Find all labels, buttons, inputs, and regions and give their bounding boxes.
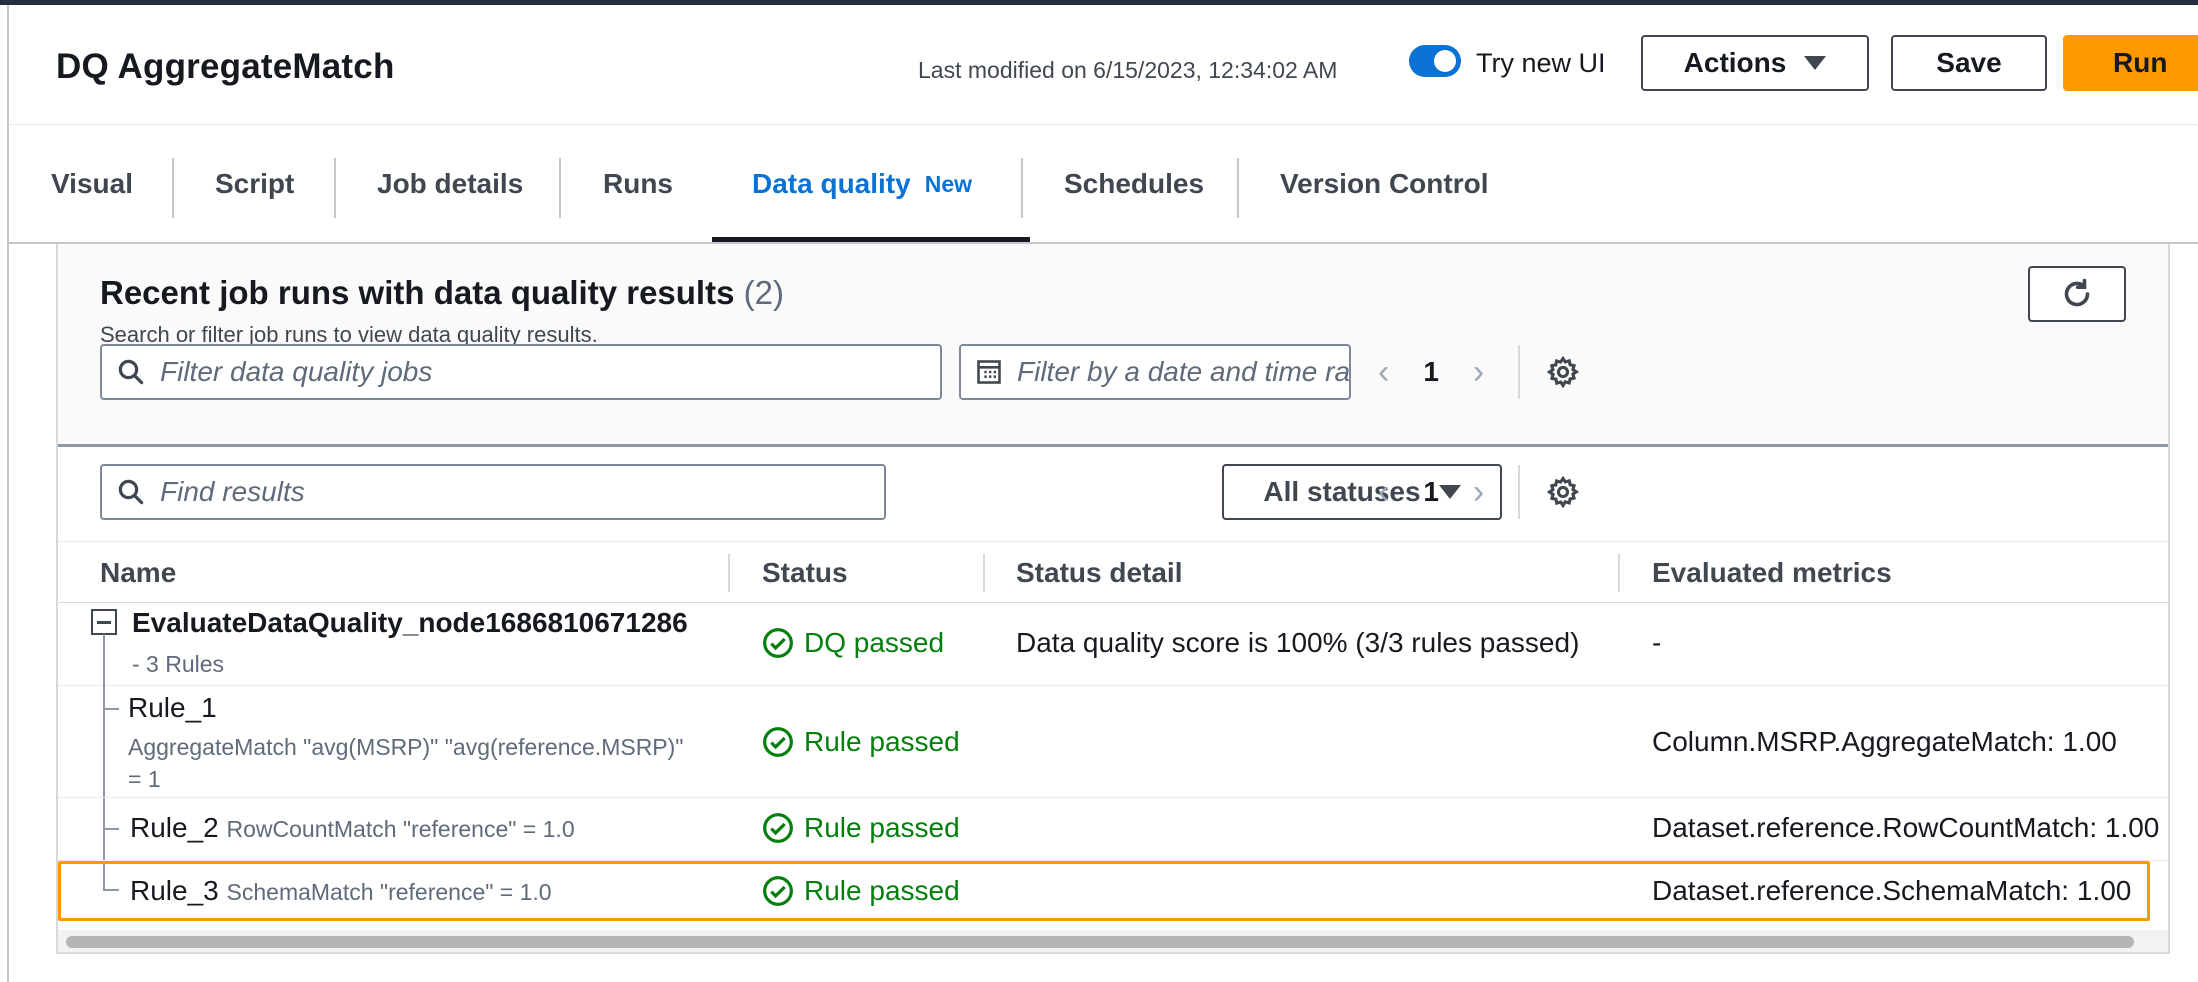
tab-divider (559, 158, 561, 218)
current-page[interactable]: 1 (1423, 476, 1439, 508)
evaluated-metric: Dataset.reference.RowCountMatch: 1.00 (1652, 812, 2160, 843)
gear-icon[interactable] (1546, 355, 1580, 389)
pager-divider (1518, 465, 1521, 519)
check-circle-icon (763, 628, 793, 658)
column-name[interactable]: Name (100, 542, 176, 604)
tab-data-quality-label: Data quality (752, 168, 911, 199)
tab-divider (1021, 158, 1023, 218)
caret-down-icon (1804, 56, 1827, 70)
toggle-label: Try new UI (1476, 48, 1606, 78)
tab-job-details[interactable]: Job details (377, 125, 523, 243)
status-badge: Rule passed (762, 812, 960, 844)
section-title-text: Recent job runs with data quality result… (100, 274, 735, 311)
actions-button[interactable]: Actions (1641, 35, 1869, 91)
status-text: DQ passed (804, 627, 945, 658)
horizontal-scrollbar[interactable] (66, 936, 2134, 948)
check-circle-icon (763, 727, 793, 757)
gear-icon[interactable] (1546, 475, 1580, 509)
table-row[interactable]: Rule_2 RowCountMatch "reference" = 1.0 R… (58, 798, 2168, 861)
job-runs-header: Recent job runs with data quality result… (58, 244, 2168, 444)
job-tabs: Visual Script Job details Runs Data qual… (9, 124, 2198, 244)
tab-data-quality[interactable]: Data quality New (752, 125, 972, 243)
date-range-input[interactable] (1017, 356, 1349, 388)
tab-script[interactable]: Script (215, 125, 294, 243)
pager-divider (1518, 345, 1521, 399)
evaluated-metric: - (1652, 627, 1662, 658)
column-divider[interactable] (983, 554, 985, 592)
selected-row-highlight (58, 861, 2150, 921)
tab-schedules[interactable]: Schedules (1064, 125, 1204, 243)
column-divider[interactable] (1618, 554, 1620, 592)
find-results-input[interactable] (160, 476, 864, 508)
column-status-detail[interactable]: Status detail (1016, 542, 1182, 604)
tab-runs[interactable]: Runs (603, 125, 673, 243)
find-results-search[interactable] (100, 464, 886, 520)
calendar-icon (975, 358, 1003, 386)
last-modified-text: Last modified on 6/15/2023, 12:34:02 AM (918, 57, 1338, 83)
status-text: Rule passed (804, 726, 960, 757)
results-pagination: ‹ 1 › (1378, 465, 1580, 519)
column-status[interactable]: Status (762, 542, 848, 604)
tab-visual[interactable]: Visual (51, 125, 133, 243)
results-table-header: Name Status Status detail Evaluated metr… (58, 541, 2168, 603)
status-detail: Data quality score is 100% (3/3 rules pa… (1016, 627, 1580, 658)
panel-divider (58, 444, 2168, 447)
page-header: DQ AggregateMatch Last modified on 6/15/… (9, 5, 2198, 124)
status-text: Rule passed (804, 812, 960, 843)
rule-count: - 3 Rules (132, 651, 225, 677)
jobs-pagination: ‹ 1 › (1378, 345, 1580, 399)
active-tab-indicator (712, 237, 1030, 242)
node-name: EvaluateDataQuality_node1686810671286 (132, 607, 688, 638)
tab-divider (334, 158, 336, 218)
rule-line: Rule_2 RowCountMatch "reference" = 1.0 (130, 812, 575, 844)
filter-jobs-search[interactable] (100, 344, 942, 400)
check-circle-icon (763, 813, 793, 843)
status-badge: DQ passed (762, 627, 944, 659)
collapse-icon[interactable] (91, 609, 117, 635)
rule-name: Rule_2 (130, 812, 219, 843)
section-title: Recent job runs with data quality result… (100, 274, 784, 312)
data-quality-panel: Recent job runs with data quality result… (56, 244, 2170, 954)
filter-jobs-input[interactable] (160, 356, 915, 388)
search-icon (116, 477, 146, 507)
actions-label: Actions (1683, 47, 1787, 78)
section-count: (2) (743, 274, 784, 311)
tab-divider (172, 158, 174, 218)
column-evaluated-metrics[interactable]: Evaluated metrics (1652, 542, 1892, 604)
refresh-button[interactable] (2028, 266, 2126, 322)
search-icon (116, 357, 146, 387)
table-row[interactable]: Rule_1 AggregateMatch "avg(MSRP)" "avg(r… (58, 686, 2168, 798)
status-badge: Rule passed (762, 726, 960, 758)
column-divider[interactable] (728, 554, 730, 592)
previous-page-icon[interactable]: ‹ (1378, 473, 1389, 512)
next-page-icon[interactable]: › (1473, 353, 1484, 392)
tab-divider (1237, 158, 1239, 218)
toggle-knob (1434, 50, 1456, 72)
try-new-ui-toggle[interactable] (1409, 45, 1461, 77)
tab-version-control[interactable]: Version Control (1280, 125, 1488, 243)
date-range-filter[interactable] (959, 344, 1351, 400)
left-edge (0, 5, 9, 982)
evaluated-metric: Column.MSRP.AggregateMatch: 1.00 (1652, 726, 2117, 757)
rule-definition-tail: = 1 (128, 766, 161, 792)
rule-name: Rule_1 (128, 692, 217, 723)
rule-definition: RowCountMatch "reference" = 1.0 (226, 816, 575, 842)
run-button[interactable]: Run (2063, 35, 2198, 91)
previous-page-icon[interactable]: ‹ (1378, 353, 1389, 392)
rule-definition: AggregateMatch "avg(MSRP)" "avg(referenc… (128, 734, 684, 760)
table-row[interactable]: EvaluateDataQuality_node1686810671286 - … (58, 603, 2168, 686)
new-badge: New (924, 170, 972, 197)
page-title: DQ AggregateMatch (56, 47, 395, 86)
refresh-icon (2064, 278, 2090, 307)
next-page-icon[interactable]: › (1473, 473, 1484, 512)
save-button[interactable]: Save (1891, 35, 2047, 91)
current-page[interactable]: 1 (1423, 356, 1439, 388)
